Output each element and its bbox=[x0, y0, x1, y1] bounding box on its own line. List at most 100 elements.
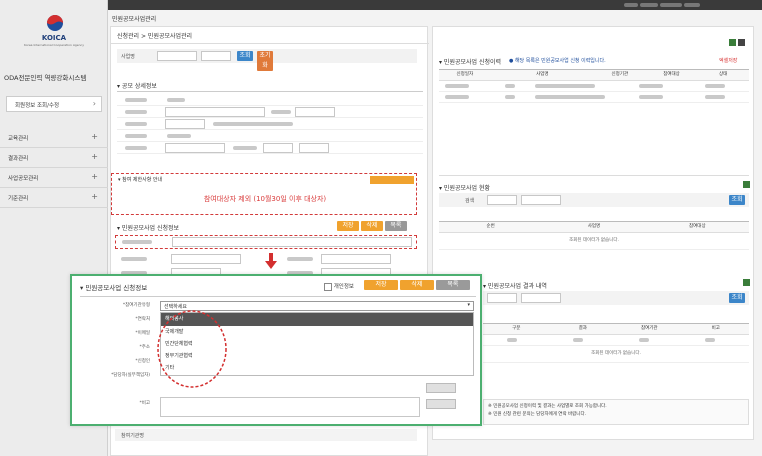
popup-side-button-2[interactable] bbox=[426, 399, 456, 409]
popup-memo-field[interactable] bbox=[160, 397, 420, 417]
footnote: ※ 민원공모사업 신청이력 및 결과는 사업별로 조회 가능합니다. bbox=[488, 404, 607, 409]
status-search-row: 검색 조회 bbox=[439, 193, 749, 207]
apply-delete-button[interactable]: 삭제 bbox=[360, 221, 383, 231]
sidebar-item-project[interactable]: 사업공모관리 + bbox=[0, 168, 108, 188]
sidebar-item-label: 교육관리 bbox=[8, 136, 29, 142]
search-button[interactable]: 조회 bbox=[237, 51, 253, 61]
table-row[interactable] bbox=[483, 335, 749, 346]
apply-type-row bbox=[115, 235, 417, 249]
restriction-box: ▾ 참여 제한사항 안내 참여대상자 제외 (10월30일 이후 대상자) bbox=[111, 173, 417, 215]
empty-message: 조회된 데이터가 없습니다. bbox=[483, 346, 749, 363]
status-section-title: ▾ 민원공모사업 현황 bbox=[439, 185, 490, 192]
status-excel-icon[interactable] bbox=[743, 181, 750, 188]
top-bar-icons[interactable] bbox=[624, 2, 744, 8]
top-right-icons[interactable] bbox=[729, 39, 745, 48]
column-header[interactable]: 비고 bbox=[683, 324, 750, 334]
table-row[interactable] bbox=[439, 92, 749, 103]
column-header[interactable]: 사업명 bbox=[542, 222, 645, 232]
detail-form bbox=[117, 91, 423, 167]
status-search-input[interactable] bbox=[487, 195, 517, 205]
logo-subtitle: Korea International Cooperation Agency bbox=[24, 43, 84, 47]
plus-icon: + bbox=[91, 132, 98, 141]
user-info-button[interactable]: 회원정보 조회/수정 › bbox=[6, 96, 102, 112]
popup-list-button[interactable]: 목록 bbox=[435, 280, 470, 290]
caret-down-icon: ▾ bbox=[467, 302, 470, 308]
status-search-button[interactable]: 조회 bbox=[729, 195, 745, 205]
reset-button[interactable]: 초기화 bbox=[257, 51, 273, 71]
arrow-down-icon bbox=[265, 253, 277, 269]
sidebar-item-label: 결과관리 bbox=[8, 156, 29, 162]
result-search-input-2[interactable] bbox=[521, 293, 561, 303]
excel-button[interactable]: 엑셀저장 bbox=[719, 57, 737, 64]
restriction-message: 참여대상자 제외 (10월30일 이후 대상자) bbox=[203, 195, 327, 203]
search-label: 사업명 bbox=[121, 54, 135, 60]
bottom-field-label: 참여기관명 bbox=[121, 433, 145, 439]
popup-form: *참여기관유형 *연락처 *이메일 *주소 *신청인 *담당자(실무책임자) *… bbox=[80, 296, 476, 422]
popup-side-button[interactable] bbox=[426, 383, 456, 393]
result-section-title: ▾ 민원공모사업 결과 내역 bbox=[483, 283, 547, 290]
column-header[interactable]: 참여기관 bbox=[616, 324, 683, 334]
search-input[interactable] bbox=[157, 51, 197, 61]
field-label: *비고 bbox=[139, 401, 150, 406]
restriction-badge bbox=[370, 176, 414, 184]
popup-labels: *참여기관유형 *연락처 *이메일 *주소 *신청인 *담당자(실무책임자) *… bbox=[80, 301, 150, 413]
checkbox-icon bbox=[324, 282, 332, 291]
popup-panel: ▾ 민원공모사업 신청정보 개인정보 저장 삭제 목록 *참여기관유형 *연락처… bbox=[70, 274, 482, 426]
status-search-label: 검색 bbox=[465, 198, 475, 204]
breadcrumb: 신청관리 > 민원공모사업관리 bbox=[117, 33, 193, 40]
footnote: ※ 민원 신청 관련 문의는 담당자에게 연락 바랍니다. bbox=[488, 412, 587, 417]
plus-icon: + bbox=[91, 172, 98, 181]
history-info: ● 해당 목록은 민원공모사업 신청 이력입니다. bbox=[509, 58, 606, 64]
sidebar-item-standard[interactable]: 기준관리 + bbox=[0, 188, 108, 208]
restriction-title: ▾ 참여 제한사항 안내 bbox=[118, 177, 163, 183]
status-table: 순번 사업명 참여대상 조회된 데이터가 없습니다. bbox=[439, 221, 749, 250]
field-label: *담당자(실무책임자) bbox=[111, 373, 150, 378]
column-header[interactable]: 사업명 bbox=[491, 70, 594, 80]
column-header[interactable]: 상태 bbox=[697, 70, 749, 80]
column-header[interactable]: 신청일자 bbox=[439, 70, 491, 80]
result-search-input[interactable] bbox=[487, 293, 517, 303]
result-table: 구분 결과 참여기관 비고 조회된 데이터가 없습니다. bbox=[483, 323, 749, 363]
highlight-ellipse bbox=[157, 310, 227, 388]
sidebar-item-result[interactable]: 결과관리 + bbox=[0, 148, 108, 168]
column-header[interactable]: 구분 bbox=[483, 324, 550, 334]
result-search-button[interactable]: 조회 bbox=[729, 293, 745, 303]
logo-text: KOICA bbox=[41, 34, 67, 42]
history-table: 신청일자 사업명 신청기관 참여대상 상태 bbox=[439, 69, 749, 181]
page-path: 민원공모사업관리 bbox=[112, 16, 157, 23]
sidebar-item-label: 기준관리 bbox=[8, 196, 29, 202]
empty-message: 조회된 데이터가 없습니다. bbox=[439, 233, 749, 250]
field-label: *신청인 bbox=[135, 359, 150, 364]
plus-icon: + bbox=[91, 152, 98, 161]
column-header[interactable]: 결과 bbox=[550, 324, 617, 334]
field-label: *주소 bbox=[139, 345, 150, 350]
popup-delete-button[interactable]: 삭제 bbox=[399, 280, 434, 290]
user-info-label: 회원정보 조회/수정 bbox=[15, 103, 60, 109]
popup-title: ▾ 민원공모사업 신청정보 bbox=[80, 284, 148, 292]
history-section-title: ▾ 민원공모사업 신청이력 bbox=[439, 59, 502, 66]
search-input-2[interactable] bbox=[201, 51, 231, 61]
field-label: *연락처 bbox=[135, 317, 150, 322]
plus-icon: + bbox=[91, 192, 98, 201]
table-row[interactable] bbox=[439, 81, 749, 92]
footnotes: ※ 민원공모사업 신청이력 및 결과는 사업별로 조회 가능합니다. ※ 민원 … bbox=[483, 399, 749, 425]
chevron-right-icon: › bbox=[92, 99, 96, 108]
column-header[interactable]: 신청기관 bbox=[594, 70, 646, 80]
sidebar-item-label: 사업공모관리 bbox=[8, 176, 39, 182]
column-header[interactable]: 참여대상 bbox=[646, 222, 749, 232]
koica-logo-icon bbox=[47, 15, 63, 31]
status-search-input-2[interactable] bbox=[521, 195, 561, 205]
top-bar bbox=[108, 0, 762, 10]
bottom-field-row: 참여기관명 bbox=[115, 429, 417, 441]
column-header[interactable]: 순번 bbox=[439, 222, 542, 232]
sidebar-item-edu[interactable]: 교육관리 + bbox=[0, 128, 108, 148]
column-header[interactable]: 참여대상 bbox=[646, 70, 698, 80]
popup-save-button[interactable]: 저장 bbox=[364, 280, 398, 290]
result-excel-icon[interactable] bbox=[743, 279, 750, 286]
popup-checkbox[interactable]: 개인정보 bbox=[324, 282, 354, 291]
apply-save-button[interactable]: 저장 bbox=[337, 221, 359, 231]
system-title: ODA전문인력 역량강화시스템 bbox=[4, 74, 87, 82]
apply-section-title: ▾ 민원공모사업 신청정보 bbox=[117, 225, 180, 232]
apply-type-select[interactable] bbox=[172, 237, 412, 247]
apply-list-button[interactable]: 목록 bbox=[384, 221, 407, 231]
